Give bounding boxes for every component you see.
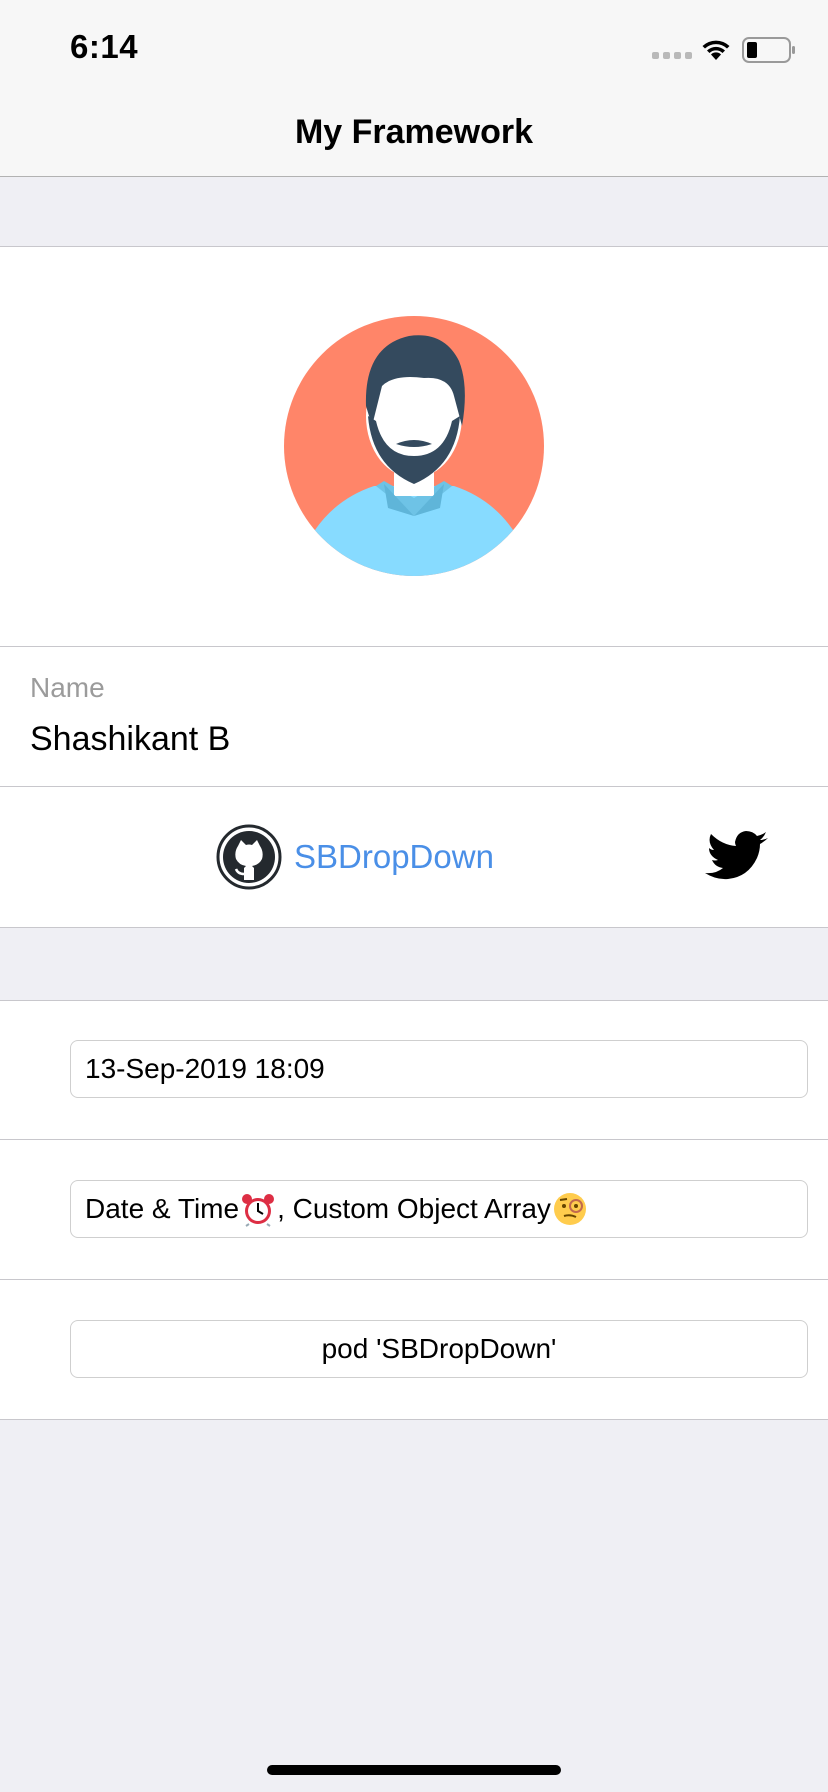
divider	[0, 786, 828, 787]
divider	[0, 1139, 828, 1140]
navigation-bar: My Framework	[0, 88, 828, 177]
alarm-clock-icon	[242, 1194, 275, 1227]
status-time: 6:14	[70, 28, 139, 65]
cellular-signal-icon	[652, 52, 692, 59]
pod-install-value: pod 'SBDropDown'	[321, 1333, 557, 1364]
home-indicator[interactable]	[267, 1765, 561, 1775]
name-value: Shashikant B	[30, 720, 231, 758]
monocle-face-icon	[553, 1193, 586, 1225]
battery-icon	[742, 37, 795, 63]
date-time-value: 13-Sep-2019 18:09	[85, 1053, 325, 1084]
divider	[0, 1279, 828, 1280]
status-bar: 6:14	[0, 0, 828, 88]
wifi-icon	[702, 40, 730, 60]
github-link-label: SBDropDown	[294, 838, 494, 875]
types-text: Date & Time	[85, 1193, 240, 1224]
github-link[interactable]: SBDropDown	[216, 824, 494, 890]
dropdown-types-field[interactable]: Date & Time , Custom Object Array	[70, 1180, 808, 1238]
date-time-field[interactable]: 13-Sep-2019 18:09	[70, 1040, 808, 1098]
github-icon	[216, 824, 282, 890]
page-title: My Framework	[294, 112, 534, 151]
types-text-2: , Custom Object Array	[277, 1193, 551, 1224]
divider	[0, 646, 828, 647]
name-label: Name	[30, 672, 105, 703]
pod-install-field[interactable]: pod 'SBDropDown'	[70, 1320, 808, 1378]
user-avatar-icon[interactable]	[284, 316, 544, 576]
twitter-icon[interactable]	[704, 830, 770, 886]
